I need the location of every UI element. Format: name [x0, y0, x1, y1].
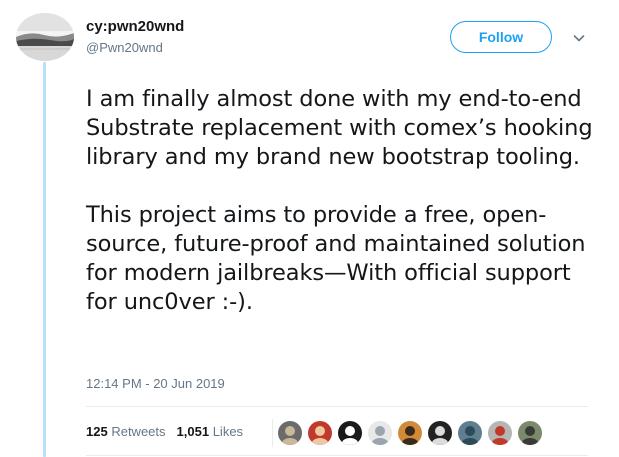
- likes-label: Likes: [212, 424, 244, 439]
- likes-stat[interactable]: 1,051 Likes: [177, 424, 244, 439]
- tweet-stats: 125 Retweets 1,051 Likes: [86, 424, 243, 439]
- liker-avatar-7[interactable]: [457, 420, 483, 446]
- user-handle[interactable]: @Pwn20wnd: [86, 39, 184, 56]
- liker-avatar-3[interactable]: [337, 420, 363, 446]
- retweets-stat[interactable]: 125 Retweets: [86, 424, 166, 439]
- liker-avatar-2[interactable]: [307, 420, 333, 446]
- likers-list: [272, 419, 547, 447]
- retweets-count: 125: [86, 424, 108, 439]
- avatar-icon: [488, 421, 512, 445]
- more-options-button[interactable]: [572, 31, 586, 45]
- divider: [86, 455, 588, 456]
- landscape-avatar-icon: [16, 13, 74, 61]
- avatar-icon: [458, 421, 482, 445]
- avatar-icon: [308, 421, 332, 445]
- thread-line: [43, 62, 46, 457]
- chevron-down-icon: [573, 35, 585, 42]
- liker-avatar-1[interactable]: [277, 420, 303, 446]
- author-avatar[interactable]: [16, 13, 74, 61]
- avatar-icon: [338, 421, 362, 445]
- divider: [86, 406, 588, 407]
- liker-avatar-6[interactable]: [427, 420, 453, 446]
- tweet-paragraph-1: I am finally almost done with my end-to-…: [86, 86, 593, 170]
- display-name[interactable]: cy:pwn20wnd: [86, 17, 184, 36]
- avatar-icon: [398, 421, 422, 445]
- liker-avatar-8[interactable]: [487, 420, 513, 446]
- avatar-icon: [278, 421, 302, 445]
- liker-avatar-9[interactable]: [517, 420, 543, 446]
- avatar-icon: [428, 421, 452, 445]
- tweet-paragraph-2: This project aims to provide a free, ope…: [86, 202, 586, 315]
- tweet-text: I am finally almost done with my end-to-…: [86, 85, 606, 317]
- avatar-icon: [368, 421, 392, 445]
- retweets-label: Retweets: [111, 424, 166, 439]
- follow-button[interactable]: Follow: [450, 21, 552, 53]
- author-info[interactable]: cy:pwn20wnd @Pwn20wnd: [86, 17, 184, 56]
- likes-count: 1,051: [176, 424, 210, 439]
- liker-avatar-5[interactable]: [397, 420, 423, 446]
- tweet-timestamp[interactable]: 12:14 PM - 20 Jun 2019: [86, 376, 225, 391]
- liker-avatar-4[interactable]: [367, 420, 393, 446]
- avatar-icon: [518, 421, 542, 445]
